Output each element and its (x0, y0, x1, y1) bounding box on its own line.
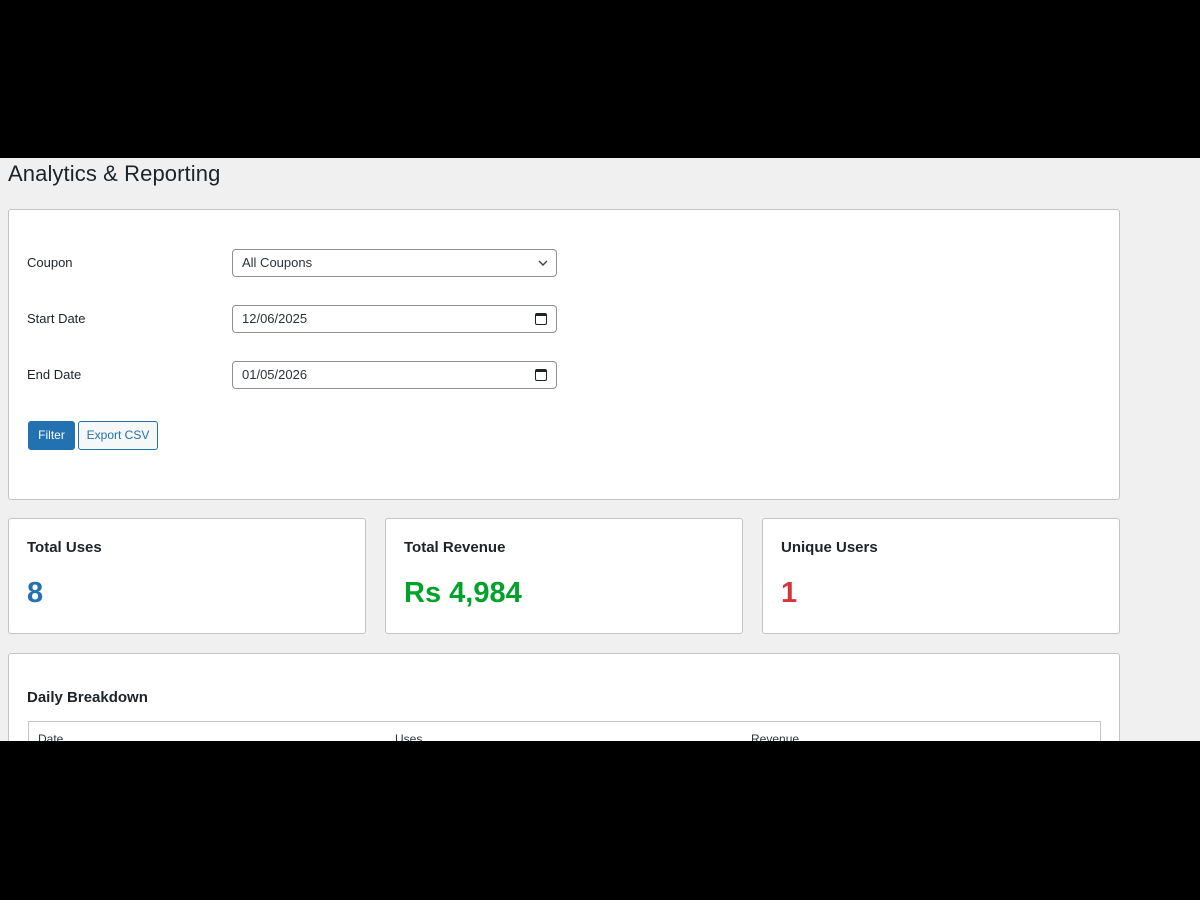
chevron-down-icon (538, 260, 548, 266)
end-date-label: End Date (27, 367, 82, 382)
breakdown-title: Daily Breakdown (27, 689, 148, 706)
daily-breakdown-panel: Daily Breakdown Date Uses Revenue (8, 653, 1120, 741)
calendar-icon[interactable] (535, 313, 547, 325)
breakdown-table: Date Uses Revenue (28, 721, 1101, 741)
stat-title: Total Uses (27, 539, 102, 556)
analytics-page: Analytics & Reporting Coupon All Coupons… (0, 158, 1200, 741)
stat-title: Total Revenue (404, 539, 506, 556)
stat-value: 1 (781, 577, 798, 609)
start-date-input[interactable]: 12/06/2025 (232, 305, 557, 333)
stat-card-unique-users: Unique Users 1 (762, 518, 1120, 634)
stat-value: Rs 4,984 (404, 577, 522, 609)
column-header-uses[interactable]: Uses (395, 732, 422, 741)
page-title: Analytics & Reporting (8, 161, 221, 186)
column-header-revenue[interactable]: Revenue (751, 732, 799, 741)
stat-card-total-revenue: Total Revenue Rs 4,984 (385, 518, 743, 634)
end-date-input[interactable]: 01/05/2026 (232, 361, 557, 389)
stat-card-total-uses: Total Uses 8 (8, 518, 366, 634)
coupon-select[interactable]: All Coupons (232, 249, 557, 277)
stat-title: Unique Users (781, 539, 878, 556)
stat-value: 8 (27, 577, 44, 609)
column-header-date[interactable]: Date (38, 732, 63, 741)
filter-panel: Coupon All Coupons Start Date 12/06/2025… (8, 209, 1120, 500)
coupon-select-value: All Coupons (242, 255, 313, 270)
calendar-icon[interactable] (535, 369, 547, 381)
end-date-value: 01/05/2026 (242, 367, 308, 382)
start-date-value: 12/06/2025 (242, 311, 308, 326)
filter-button[interactable]: Filter (28, 421, 75, 450)
start-date-label: Start Date (27, 311, 86, 326)
coupon-label: Coupon (27, 255, 73, 270)
export-csv-button[interactable]: Export CSV (78, 421, 158, 450)
